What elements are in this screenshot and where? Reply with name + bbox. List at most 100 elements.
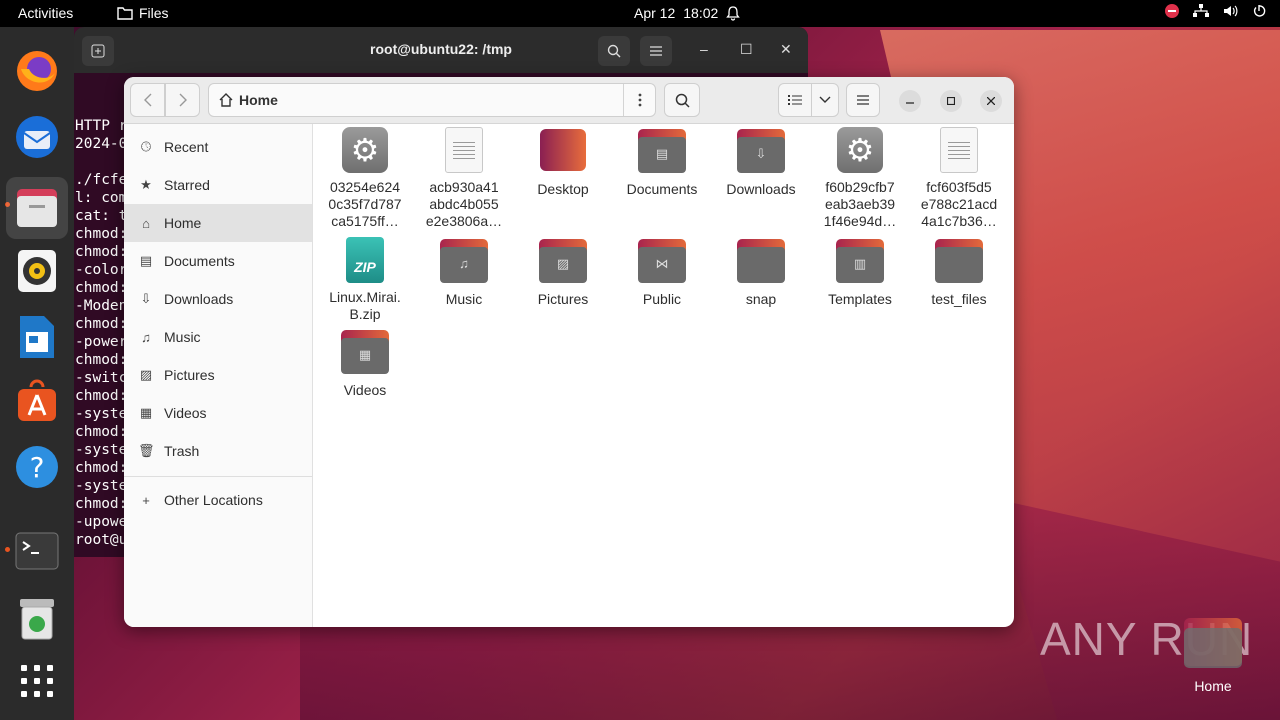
clock[interactable]: Apr 12 18:02 <box>634 5 741 21</box>
app-menu[interactable]: Files <box>117 5 169 21</box>
path-bar[interactable]: Home <box>208 83 656 117</box>
chevron-down-icon <box>819 96 831 103</box>
top-bar: Activities Files Apr 12 18:02 <box>0 0 1280 27</box>
sidebar-item-other-locations[interactable]: + Other Locations <box>124 481 312 519</box>
terminal-header: root@ubuntu22: /tmp – ☐ ✕ <box>74 27 808 73</box>
folder-item[interactable]: ⇩ Downloads <box>713 127 809 198</box>
files-icon <box>17 189 57 227</box>
folder-icon: ▦ <box>341 330 389 378</box>
item-label: Downloads <box>726 181 796 197</box>
sidebar-item-starred[interactable]: ★ Starred <box>124 166 312 204</box>
folder-item[interactable]: ▤ Documents <box>614 127 710 198</box>
more-vertical-icon <box>638 93 641 107</box>
folder-item[interactable]: ⋈ Public <box>614 237 710 308</box>
terminal-launcher[interactable] <box>13 527 61 575</box>
back-button[interactable] <box>130 83 165 117</box>
running-indicator <box>5 547 10 552</box>
sidebar-item-pictures[interactable]: ▨ Pictures <box>124 356 312 394</box>
breadcrumb-label: Home <box>239 92 278 108</box>
item-label: Pictures <box>537 291 589 307</box>
path-menu-button[interactable] <box>623 84 655 116</box>
desktop-home-label: Home <box>1194 678 1232 694</box>
home-icon: ⌂ <box>142 215 150 231</box>
document-icon: ▤ <box>139 253 153 268</box>
breadcrumb[interactable]: Home <box>209 92 623 108</box>
file-item[interactable]: fcf603f5d5 e788c21acd 4a1c7b36… <box>911 127 1007 230</box>
recording-icon[interactable] <box>1165 4 1179 18</box>
folder-icon: ⇩ <box>737 129 785 177</box>
folder-item[interactable]: ▨ Pictures <box>515 237 611 308</box>
sidebar-item-documents[interactable]: ▤ Documents <box>124 242 312 280</box>
dock: ? <box>0 27 74 720</box>
show-apps-button[interactable] <box>13 657 61 705</box>
folder-icon <box>117 7 133 20</box>
forward-button[interactable] <box>165 83 200 117</box>
file-item[interactable]: ⚙ f60b29cfb7 eab3aeb39 1f46e94d… <box>812 127 908 230</box>
thunderbird-launcher[interactable] <box>13 113 61 161</box>
clock-date: Apr 12 <box>634 5 676 21</box>
minimize-button[interactable] <box>899 90 921 112</box>
close-icon <box>987 97 995 105</box>
files-search-button[interactable] <box>664 83 700 117</box>
rhythmbox-icon <box>18 250 56 292</box>
folder-item[interactable]: ♫ Music <box>416 237 512 308</box>
sidebar-separator <box>124 476 312 477</box>
file-item[interactable]: ZIP Linux.Mirai. B.zip <box>317 237 413 323</box>
search-icon <box>675 93 690 108</box>
clock-time: 18:02 <box>683 5 719 21</box>
desktop-folder-icon <box>539 129 587 177</box>
files-launcher[interactable] <box>6 177 68 239</box>
item-label: Documents <box>626 181 698 197</box>
sidebar-item-home[interactable]: ⌂ Home <box>124 204 312 242</box>
terminal-minimize-button[interactable]: – <box>700 41 708 57</box>
star-icon: ★ <box>140 177 152 192</box>
system-tray[interactable] <box>1165 4 1266 18</box>
firefox-launcher[interactable] <box>13 47 61 95</box>
terminal-search-button[interactable] <box>598 36 630 66</box>
sidebar-item-recent[interactable]: 🕓︎ Recent <box>124 128 312 166</box>
folder-item[interactable]: ▦ Videos <box>317 328 413 399</box>
sidebar-item-music[interactable]: ♫ Music <box>124 318 312 356</box>
trash-launcher[interactable] <box>13 595 61 643</box>
activities-button[interactable]: Activities <box>18 5 73 21</box>
folder-item[interactable]: ▥ Templates <box>812 237 908 308</box>
rhythmbox-launcher[interactable] <box>13 247 61 295</box>
sidebar-item-trash[interactable]: 🗑︎ Trash <box>124 432 312 470</box>
desktop-home-icon[interactable] <box>1184 618 1242 672</box>
sidebar-item-downloads[interactable]: ⇩ Downloads <box>124 280 312 318</box>
item-label: acb930a41 abdc4b055 e2e3806a… <box>425 179 503 229</box>
sidebar-item-label: Starred <box>164 177 210 193</box>
terminal-menu-button[interactable] <box>640 36 672 66</box>
close-button[interactable] <box>980 90 1002 112</box>
terminal-maximize-button[interactable]: ☐ <box>740 41 753 58</box>
terminal-close-button[interactable]: ✕ <box>780 41 792 58</box>
thunderbird-icon <box>16 116 58 158</box>
view-list-button[interactable] <box>778 83 812 117</box>
folder-item[interactable]: snap <box>713 237 809 308</box>
item-label: test_files <box>931 291 987 307</box>
zip-archive-icon: ZIP <box>341 237 389 285</box>
sidebar-item-label: Videos <box>164 405 207 421</box>
help-launcher[interactable]: ? <box>13 443 61 491</box>
sidebar-item-label: Recent <box>164 139 209 155</box>
folder-item[interactable]: Desktop <box>515 127 611 198</box>
sidebar-item-label: Documents <box>164 253 235 269</box>
item-label: Music <box>445 291 483 307</box>
folder-icon <box>935 239 983 287</box>
view-options-button[interactable] <box>811 83 839 117</box>
writer-launcher[interactable] <box>13 313 61 361</box>
file-item[interactable]: ⚙ 03254e624 0c35f7d787 ca5175ff… <box>317 127 413 230</box>
main-menu-button[interactable] <box>846 83 880 117</box>
sidebar-item-videos[interactable]: ▦ Videos <box>124 394 312 432</box>
item-label: Videos <box>343 382 387 398</box>
folder-icon: ▥ <box>836 239 884 287</box>
plus-icon: + <box>142 492 150 508</box>
file-item[interactable]: acb930a41 abdc4b055 e2e3806a… <box>416 127 512 230</box>
folder-icon <box>737 239 785 287</box>
maximize-button[interactable] <box>940 90 962 112</box>
text-file-icon <box>935 127 983 175</box>
app-center-launcher[interactable] <box>13 377 61 425</box>
item-label: Templates <box>828 291 892 307</box>
folder-item[interactable]: test_files <box>911 237 1007 308</box>
files-window[interactable]: Home 🕓︎ Recent ★ Starred ⌂ Home ▤ Docume… <box>124 77 1014 627</box>
